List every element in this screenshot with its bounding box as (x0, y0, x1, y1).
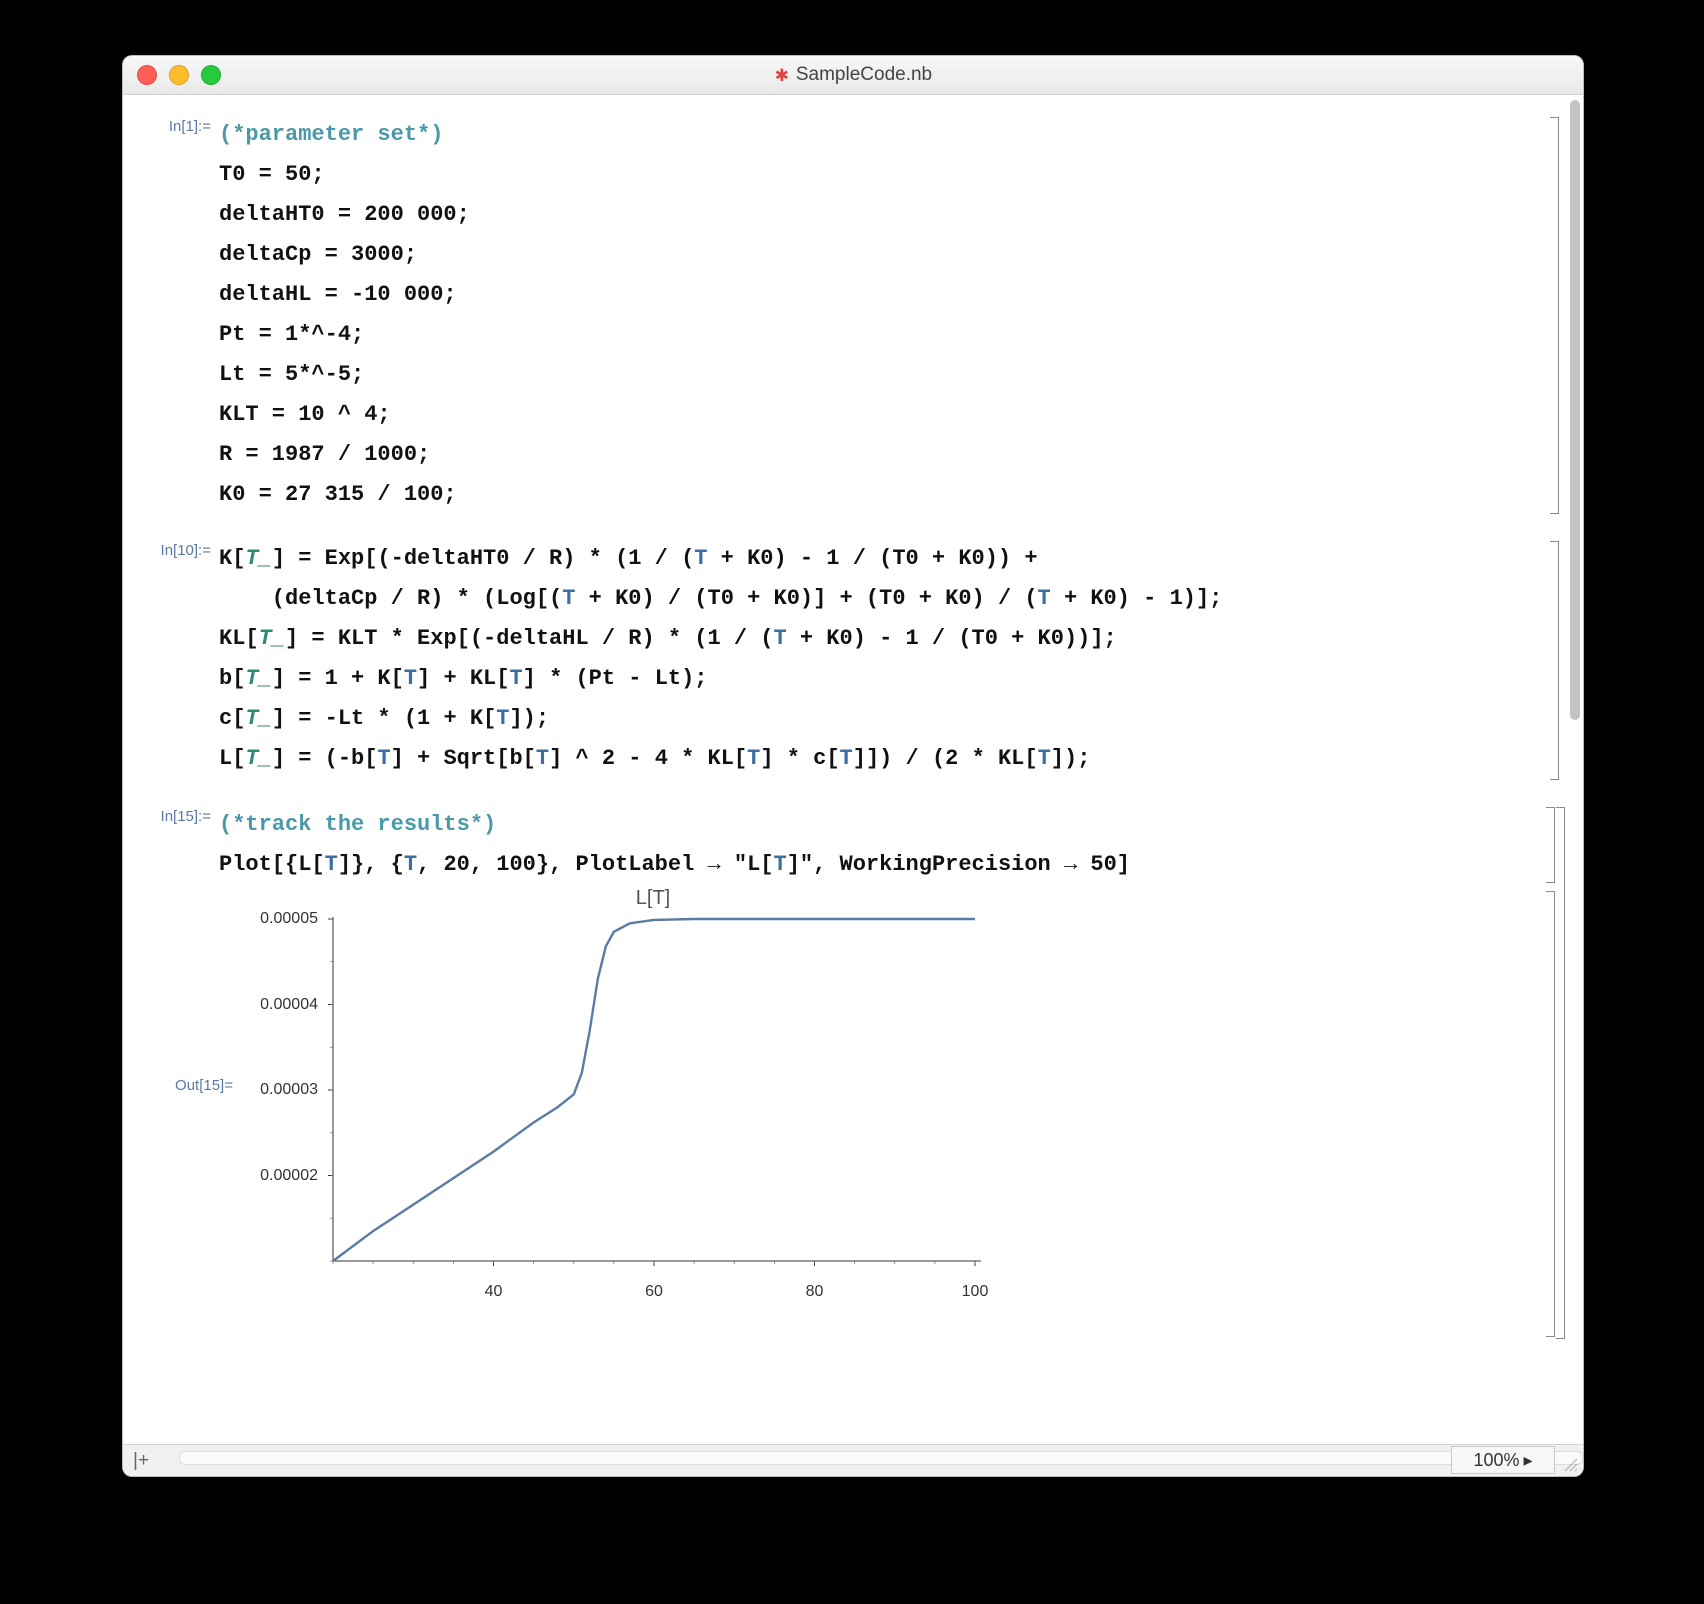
input-cell-1[interactable]: In[1]:= (*parameter set*)T0 = 50;deltaHT… (123, 115, 1565, 517)
code-line[interactable]: T0 = 50; (219, 155, 1531, 195)
io-cell-3[interactable]: In[15]:= (*track the results*) Plot[{L[T… (123, 805, 1565, 1345)
scrollbar-thumb[interactable] (1570, 100, 1580, 720)
cell-group-bracket[interactable] (1556, 807, 1565, 1339)
output-prompt: Out[15]= (133, 1077, 233, 1094)
input-prompt: In[10]:= (123, 542, 211, 559)
statusbar: | + 100% ▸ (123, 1444, 1583, 1476)
plot-canvas (323, 911, 983, 1281)
code-line[interactable]: (deltaCp / R) * (Log[(T + K0) / (T0 + K0… (219, 579, 1531, 619)
input-prompt: In[1]:= (123, 118, 211, 135)
window-title: ✱ SampleCode.nb (123, 64, 1583, 86)
insert-plus-icon[interactable]: + (138, 1450, 149, 1472)
horizontal-scrollbar[interactable] (179, 1451, 1583, 1465)
window-controls (123, 65, 221, 85)
cell-bracket[interactable] (1550, 117, 1559, 514)
zoom-icon[interactable] (201, 65, 221, 85)
code-line[interactable]: KLT = 10 ^ 4; (219, 395, 1531, 435)
insert-divider-icon[interactable]: | (133, 1450, 136, 1472)
zoom-value: 100% (1473, 1450, 1519, 1471)
plot-output: Out[15]= L[T] 0.000020.000030.000040.000… (253, 887, 1013, 1307)
input-subcell-bracket[interactable] (1546, 807, 1555, 883)
minimize-icon[interactable] (169, 65, 189, 85)
code-line[interactable]: c[T_] = -Lt * (1 + K[T]); (219, 699, 1531, 739)
code-line[interactable]: deltaCp = 3000; (219, 235, 1531, 275)
code-line[interactable]: L[T_] = (-b[T] + Sqrt[b[T] ^ 2 - 4 * KL[… (219, 739, 1531, 779)
input-cell-2[interactable]: In[10]:= K[T_] = Exp[(-deltaHT0 / R) * (… (123, 539, 1565, 783)
code-line[interactable]: deltaHT0 = 200 000; (219, 195, 1531, 235)
code-line[interactable]: Lt = 5*^-5; (219, 355, 1531, 395)
code-line[interactable]: (*parameter set*) (219, 115, 1531, 155)
input-prompt: In[15]:= (123, 808, 211, 825)
titlebar[interactable]: ✱ SampleCode.nb (123, 56, 1583, 95)
code-line[interactable]: R = 1987 / 1000; (219, 435, 1531, 475)
plot-title: L[T] (323, 887, 983, 910)
window-title-text: SampleCode.nb (796, 64, 932, 86)
output-subcell-bracket[interactable] (1546, 891, 1555, 1337)
code-line[interactable]: b[T_] = 1 + K[T] + KL[T] * (Pt - Lt); (219, 659, 1531, 699)
mathematica-icon: ✱ (774, 67, 790, 83)
close-icon[interactable] (137, 65, 157, 85)
code-comment: (*track the results*) (219, 812, 496, 837)
code-line[interactable]: Plot[{L[T]}, {T, 20, 100}, PlotLabel → "… (219, 845, 1531, 885)
status-left-controls[interactable]: | + (123, 1450, 149, 1472)
notebook-body[interactable]: In[1]:= (*parameter set*)T0 = 50;deltaHT… (123, 95, 1565, 1444)
zoom-indicator[interactable]: 100% ▸ (1451, 1446, 1555, 1474)
code-line[interactable]: deltaHL = -10 000; (219, 275, 1531, 315)
code-line[interactable]: K[T_] = Exp[(-deltaHT0 / R) * (1 / (T + … (219, 539, 1531, 579)
code-line[interactable]: Pt = 1*^-4; (219, 315, 1531, 355)
code-line[interactable]: K0 = 27 315 / 100; (219, 475, 1531, 515)
app-window: ✱ SampleCode.nb In[1]:= (*parameter set*… (122, 55, 1584, 1477)
code-line[interactable]: KL[T_] = KLT * Exp[(-deltaHL / R) * (1 /… (219, 619, 1531, 659)
resize-grip-icon[interactable] (1563, 1457, 1579, 1473)
chevron-right-icon: ▸ (1524, 1450, 1533, 1471)
cell-bracket[interactable] (1550, 541, 1559, 780)
vertical-scrollbar[interactable] (1570, 100, 1580, 1438)
